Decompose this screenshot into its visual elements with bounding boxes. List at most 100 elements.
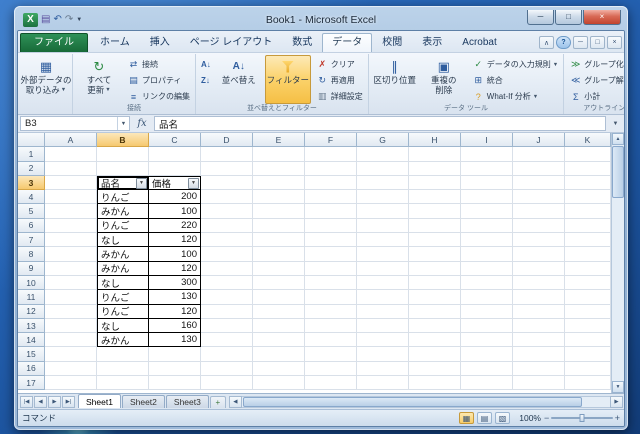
cell-F11[interactable] (305, 290, 357, 305)
cell-I17[interactable] (461, 376, 513, 391)
cell-D14[interactable] (201, 333, 253, 348)
cell-G1[interactable] (357, 147, 409, 162)
cell-B10[interactable]: なし (97, 275, 149, 291)
cell-D1[interactable] (201, 147, 253, 162)
cell-G10[interactable] (357, 275, 409, 291)
scroll-up-icon[interactable]: ▲ (612, 133, 624, 145)
cell-I4[interactable] (461, 190, 513, 205)
cell-H1[interactable] (409, 147, 461, 162)
cell-C16[interactable] (149, 361, 201, 377)
row-header-11[interactable]: 11 (18, 290, 45, 305)
cell-J17[interactable] (513, 376, 565, 391)
row-header-6[interactable]: 6 (18, 218, 45, 234)
filter-button[interactable]: フィルター (264, 55, 311, 104)
sheet-tab-sheet3[interactable]: Sheet3 (165, 395, 209, 408)
cell-C14[interactable]: 130 (149, 333, 201, 348)
cell-C17[interactable] (149, 376, 201, 391)
cell-A16[interactable] (45, 361, 97, 377)
cell-B11[interactable]: りんご (97, 290, 149, 305)
advanced-filter-button[interactable]: ▥ 詳細設定 (314, 89, 365, 104)
name-box[interactable]: B3 ▼ (20, 116, 130, 131)
cell-C10[interactable]: 300 (149, 275, 201, 291)
cell-K16[interactable] (565, 361, 611, 377)
cell-J6[interactable] (513, 218, 565, 234)
cell-A11[interactable] (45, 290, 97, 305)
cell-F12[interactable] (305, 304, 357, 319)
cell-H12[interactable] (409, 304, 461, 319)
cell-D13[interactable] (201, 318, 253, 334)
cell-B13[interactable]: なし (97, 318, 149, 334)
cell-F6[interactable] (305, 218, 357, 234)
row-header-17[interactable]: 17 (18, 376, 45, 391)
minimize-button[interactable]: ─ (527, 9, 554, 25)
column-header-H[interactable]: H (409, 133, 461, 148)
cell-E13[interactable] (253, 318, 305, 334)
cell-K4[interactable] (565, 190, 611, 205)
cell-F15[interactable] (305, 347, 357, 362)
cell-E6[interactable] (253, 218, 305, 234)
cell-E5[interactable] (253, 204, 305, 219)
ribbon-tab-4[interactable]: 数式 (282, 33, 322, 52)
sort-button[interactable]: A↓ 並べ替え (216, 55, 262, 104)
cell-C11[interactable]: 130 (149, 290, 201, 305)
what-if-analysis-button[interactable]: ? What-If 分析 ▼ (470, 89, 560, 104)
cell-K14[interactable] (565, 333, 611, 348)
cell-K6[interactable] (565, 218, 611, 234)
cell-F8[interactable] (305, 247, 357, 262)
cell-I7[interactable] (461, 233, 513, 248)
cell-B3[interactable]: 品名 ▼ (97, 175, 149, 191)
row-header-10[interactable]: 10 (18, 275, 45, 291)
ribbon-tab-3[interactable]: ページ レイアウト (180, 33, 283, 52)
cell-F13[interactable] (305, 318, 357, 334)
cell-J4[interactable] (513, 190, 565, 205)
formula-input[interactable]: 品名 (154, 116, 606, 131)
cell-G14[interactable] (357, 333, 409, 348)
row-header-7[interactable]: 7 (18, 233, 45, 248)
cell-G15[interactable] (357, 347, 409, 362)
column-header-D[interactable]: D (201, 133, 253, 148)
cell-G13[interactable] (357, 318, 409, 334)
row-header-14[interactable]: 14 (18, 333, 45, 348)
cell-B6[interactable]: りんご (97, 218, 149, 234)
cell-H16[interactable] (409, 361, 461, 377)
workbook-close-button[interactable]: × (607, 36, 622, 49)
cell-J12[interactable] (513, 304, 565, 319)
cell-I9[interactable] (461, 261, 513, 276)
cell-C15[interactable] (149, 347, 201, 362)
cell-K17[interactable] (565, 376, 611, 391)
cell-K13[interactable] (565, 318, 611, 334)
cell-D4[interactable] (201, 190, 253, 205)
filter-dropdown-C3[interactable]: ▼ (188, 177, 199, 189)
cell-I12[interactable] (461, 304, 513, 319)
cell-C9[interactable]: 120 (149, 261, 201, 276)
vertical-scroll-thumb[interactable] (612, 146, 624, 198)
zoom-slider-track[interactable] (551, 414, 613, 422)
cell-J1[interactable] (513, 147, 565, 162)
cell-K3[interactable] (565, 175, 611, 191)
cell-K2[interactable] (565, 161, 611, 176)
cell-K7[interactable] (565, 233, 611, 248)
cell-G12[interactable] (357, 304, 409, 319)
cell-G5[interactable] (357, 204, 409, 219)
cell-C4[interactable]: 200 (149, 190, 201, 205)
previous-sheet-button[interactable]: ◀ (34, 396, 47, 408)
cell-A9[interactable] (45, 261, 97, 276)
cell-K12[interactable] (565, 304, 611, 319)
zoom-level[interactable]: 100% (513, 413, 541, 423)
cell-B15[interactable] (97, 347, 149, 362)
remove-duplicates-button[interactable]: ▣ 重複の 削除 (421, 55, 467, 104)
maximize-button[interactable]: □ (555, 9, 582, 25)
cell-F7[interactable] (305, 233, 357, 248)
cell-D3[interactable] (201, 175, 253, 191)
cell-A14[interactable] (45, 333, 97, 348)
reapply-button[interactable]: ↻ 再適用 (314, 73, 365, 88)
cell-E7[interactable] (253, 233, 305, 248)
cell-D8[interactable] (201, 247, 253, 262)
insert-function-icon[interactable]: fx (133, 118, 151, 129)
cell-E14[interactable] (253, 333, 305, 348)
cell-D15[interactable] (201, 347, 253, 362)
ribbon-tab-0[interactable]: ファイル (20, 33, 88, 52)
cell-I6[interactable] (461, 218, 513, 234)
cell-D6[interactable] (201, 218, 253, 234)
column-header-F[interactable]: F (305, 133, 357, 148)
